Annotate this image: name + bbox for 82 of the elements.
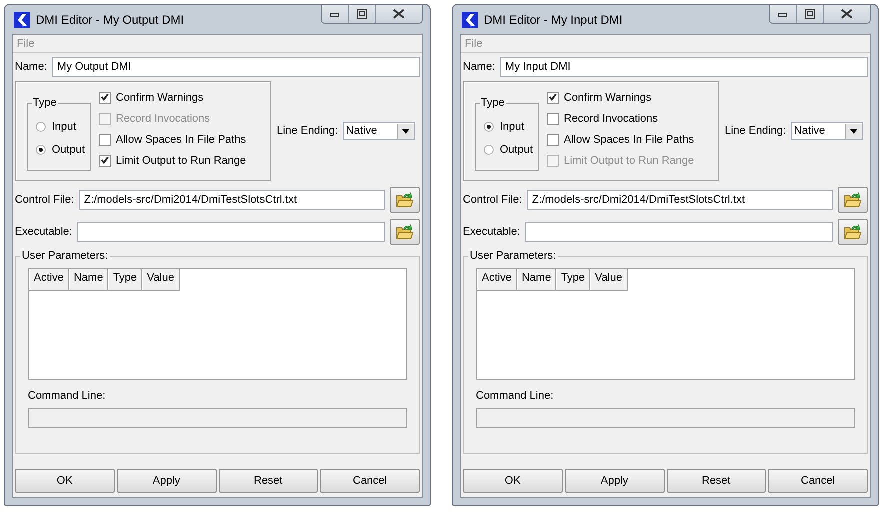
checkbox[interactable] [99,92,111,104]
radio-button[interactable] [484,122,494,132]
checkbox[interactable] [547,134,559,146]
line-ending-dropdown[interactable]: Native [791,122,864,140]
group-title: User Parameters: [21,250,110,262]
column-header[interactable]: Value [590,269,628,290]
dialog-button[interactable]: OK [463,469,563,493]
field-label: Executable: [15,226,72,238]
folder-icon [396,192,414,208]
browse-button[interactable] [390,187,420,213]
column-header[interactable]: Name [68,269,108,290]
field-label: Line Ending: [277,125,338,137]
folder-icon [396,224,414,240]
maximize-button[interactable] [797,5,824,23]
folder-icon [844,192,862,208]
dialog-button[interactable]: Reset [218,469,318,493]
field-label: Name: [15,61,48,73]
checkbox-label: Allow Spaces In File Paths [116,134,246,146]
window-title: DMI Editor - My Input DMI [484,12,624,26]
radio-label: Input [52,120,76,132]
field-label: Control File: [463,194,522,206]
control-file-field[interactable]: Z:/models-src/Dmi2014/DmiTestSlotsCtrl.txt [527,190,833,210]
column-header[interactable]: Type [108,269,142,290]
group-title: User Parameters: [469,250,558,262]
folder-icon [844,224,862,240]
close-button[interactable] [824,5,870,23]
radio-label: Input [500,120,524,132]
checkbox-label: Confirm Warnings [564,92,652,104]
radio-label: Output [52,144,86,156]
radio-button[interactable] [484,144,494,154]
checkbox[interactable] [99,154,111,166]
maximize-icon [805,9,815,19]
app-logo-icon [14,12,30,28]
close-icon [393,9,405,19]
group-title: Type [32,97,58,109]
column-header[interactable]: Name [516,269,556,290]
dialog-button[interactable]: Reset [666,469,766,493]
browse-button[interactable] [838,219,868,245]
field-label: Control File: [15,194,74,206]
field-label: Name: [463,61,496,73]
checkbox-label: Confirm Warnings [116,92,204,104]
checkbox-label: Limit Output to Run Range [564,154,694,166]
field-label: Command Line: [28,390,107,402]
column-header[interactable]: Type [556,269,590,290]
checkbox-label: Limit Output to Run Range [116,154,246,166]
app-logo-icon [462,12,478,28]
field-label: Command Line: [476,390,555,402]
checkbox[interactable] [99,134,111,146]
checkbox[interactable] [547,92,559,104]
executable-field[interactable] [525,222,833,242]
dialog-button[interactable]: OK [15,469,115,493]
radio-label: Output [500,144,534,156]
close-icon [841,9,853,19]
maximize-icon [357,9,367,19]
checkbox[interactable] [547,112,559,124]
checkbox-label: Allow Spaces In File Paths [564,134,694,146]
field-label: Executable: [463,226,520,238]
control-file-field[interactable]: Z:/models-src/Dmi2014/DmiTestSlotsCtrl.txt [79,190,385,210]
minimize-button[interactable] [770,5,797,23]
window-title: DMI Editor - My Output DMI [36,12,186,26]
minimize-button[interactable] [322,5,349,23]
column-header[interactable]: Active [477,269,517,290]
name-field[interactable]: My Input DMI [500,57,868,77]
column-header[interactable]: Active [29,269,69,290]
dialog-button[interactable]: Cancel [320,469,420,493]
group-title: Type [480,97,506,109]
checkbox-label: Record Invocations [116,112,210,124]
column-header[interactable]: Value [142,269,180,290]
close-button[interactable] [376,5,422,23]
dialog-button[interactable]: Apply [564,469,664,493]
maximize-button[interactable] [349,5,376,23]
name-field[interactable]: My Output DMI [52,57,420,77]
radio-button[interactable] [36,144,46,154]
dialog-button[interactable]: Cancel [768,469,868,493]
field-label: Line Ending: [725,125,786,137]
dialog-button[interactable]: Apply [116,469,216,493]
browse-button[interactable] [390,219,420,245]
radio-button[interactable] [36,122,46,132]
checkbox-label: Record Invocations [564,112,658,124]
executable-field[interactable] [77,222,385,242]
browse-button[interactable] [838,187,868,213]
line-ending-dropdown[interactable]: Native [343,122,416,140]
